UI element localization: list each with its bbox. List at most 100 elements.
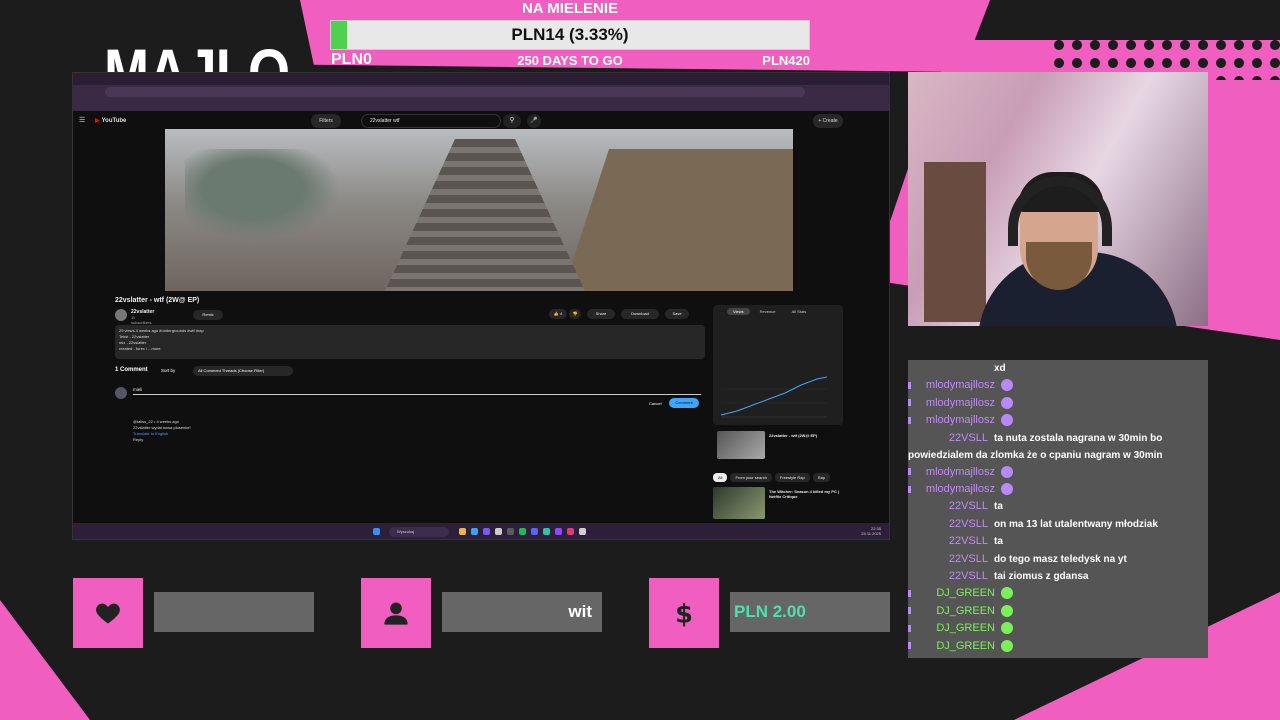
- filters-button[interactable]: Filters: [311, 114, 341, 128]
- video-frame-trees: [185, 149, 355, 249]
- recommended-video[interactable]: The Witcher: Season 4 killed my PC | Net…: [713, 487, 843, 519]
- chat-message-text: ta: [994, 501, 1003, 513]
- chat-message: 22VSLL ta nuta zostala nagrana w 30min bo…: [908, 430, 1204, 464]
- chip-rap[interactable]: Rap: [812, 473, 831, 482]
- chat-emote-icon: [1001, 587, 1013, 600]
- video-thumbnail[interactable]: [713, 487, 765, 519]
- browser-tab-strip[interactable]: [73, 73, 889, 85]
- chat-username[interactable]: mlodymajllosz: [915, 412, 995, 429]
- comment-input[interactable]: mieli: [133, 387, 701, 395]
- chat-username[interactable]: 22VSLL: [908, 498, 988, 515]
- chat-username[interactable]: mlodymajllosz: [915, 377, 995, 394]
- comment-submit-button[interactable]: Comment: [669, 398, 699, 408]
- save-button[interactable]: Save: [665, 309, 689, 319]
- chat-message-text: do tego masz teledysk na yt: [994, 553, 1127, 565]
- chat-username[interactable]: 22VSLL: [908, 533, 988, 550]
- spotify-icon[interactable]: [519, 528, 526, 535]
- cancel-button[interactable]: Cancel: [649, 401, 661, 406]
- app-icon[interactable]: [567, 528, 574, 535]
- chat-username[interactable]: DJ_GREEN: [915, 603, 995, 620]
- chat-username[interactable]: DJ_GREEN: [915, 585, 995, 602]
- tab-views[interactable]: Views: [727, 308, 750, 315]
- thumbs-down-icon: 👎: [572, 311, 578, 316]
- app-icon[interactable]: [579, 528, 586, 535]
- chip-from-search[interactable]: From your search: [730, 473, 772, 482]
- heart-icon: [96, 603, 120, 624]
- subscriber-count: 11 subscribers: [131, 315, 152, 325]
- search-icon[interactable]: ⚲: [503, 114, 521, 128]
- chat-username[interactable]: 22VSLL: [908, 568, 988, 585]
- download-button[interactable]: Download: [621, 309, 659, 319]
- search-input[interactable]: 22vslatter wtf: [361, 114, 501, 128]
- chat-username[interactable]: 22VSLL: [908, 430, 988, 447]
- chat-message-text: ta: [994, 536, 1003, 548]
- chat-username[interactable]: 22VSLL: [908, 516, 988, 533]
- taskbar-clock[interactable]: 22:35 25.11.2025: [861, 526, 881, 536]
- microphone-icon[interactable]: 🎤: [527, 114, 541, 128]
- chat-badge-bar: [908, 607, 911, 615]
- channel-avatar[interactable]: [115, 309, 127, 321]
- reply-button[interactable]: Reply: [133, 437, 191, 443]
- bookmarks-bar: [73, 99, 889, 111]
- side-video-card[interactable]: 22vslatter - wtf (2W@ EP): [717, 431, 843, 461]
- subscriber-tile: [361, 578, 431, 648]
- goal-current-value: PLN14 (3.33%): [511, 25, 629, 44]
- like-count: 4: [559, 311, 563, 316]
- goal-progress-bar: PLN14 (3.33%): [330, 20, 810, 50]
- chat-message: mlodymajllosz: [908, 464, 1204, 481]
- app-icon[interactable]: [483, 528, 490, 535]
- like-button[interactable]: 👍 4: [549, 309, 567, 319]
- thread-filter-select[interactable]: All Comment Threads (Choose Filter): [193, 366, 293, 376]
- windows-start-icon[interactable]: [373, 528, 380, 535]
- chat-badge-bar: [908, 589, 911, 597]
- taskbar-search[interactable]: Wyszukaj: [389, 527, 449, 537]
- chat-emote-icon: [1001, 639, 1013, 652]
- create-button[interactable]: + Create: [813, 114, 843, 128]
- chat-message: DJ_GREEN: [908, 638, 1204, 655]
- app-icon[interactable]: [495, 528, 502, 535]
- browser-icon[interactable]: [471, 528, 478, 535]
- video-player[interactable]: [165, 129, 793, 291]
- description-box[interactable]: 29 views 4 weeks ago #undergrounds #wtf …: [115, 325, 705, 359]
- chat-message: xd: [908, 360, 1204, 377]
- tab-revenue[interactable]: Revenue: [754, 308, 782, 315]
- chat-message: mlodymajllosz: [908, 412, 1204, 429]
- chat-username[interactable]: 22VSLL: [908, 551, 988, 568]
- video-thumbnail[interactable]: [717, 431, 765, 459]
- chat-username[interactable]: DJ_GREEN: [915, 638, 995, 655]
- chat-username[interactable]: mlodymajllosz: [915, 464, 995, 481]
- chat-message: mlodymajllosz: [908, 395, 1204, 412]
- file-explorer-icon[interactable]: [459, 528, 466, 535]
- svg-text:$: $: [675, 599, 693, 627]
- latest-donation: PLN 2.00: [730, 592, 890, 632]
- webcam-background-door: [924, 162, 986, 322]
- remix-button[interactable]: Remix: [193, 310, 223, 320]
- app-icon[interactable]: [543, 528, 550, 535]
- chat-message: 22VSLL ta: [908, 533, 1204, 550]
- app-icon[interactable]: [507, 528, 514, 535]
- video-title: 22vslatter - wtf (2W@ EP): [115, 297, 200, 304]
- recommended-video-title[interactable]: The Witcher: Season 4 killed my PC | Net…: [769, 489, 841, 499]
- twitch-icon[interactable]: [555, 528, 562, 535]
- dislike-button[interactable]: 👎: [569, 309, 581, 319]
- tab-all-stats[interactable]: All Stats: [786, 308, 813, 315]
- discord-icon[interactable]: [531, 528, 538, 535]
- goal-target-label: PLN420: [762, 53, 810, 68]
- follower-tile: [73, 578, 143, 648]
- chat-username[interactable]: mlodymajllosz: [915, 395, 995, 412]
- chat-username[interactable]: DJ_GREEN: [915, 620, 995, 637]
- taskbar: Wyszukaj 22:35 25.11.2025: [73, 523, 889, 539]
- comments-count: 1 Comment: [115, 367, 148, 373]
- analytics-tabs: Views Revenue All Stats: [727, 308, 812, 315]
- sort-by-button[interactable]: Sort by: [161, 368, 175, 373]
- chip-freestyle-rap[interactable]: Freestyle Rap: [774, 473, 810, 482]
- chat-badge-bar: [908, 381, 911, 389]
- url-bar[interactable]: [105, 87, 805, 97]
- chip-all[interactable]: All: [713, 473, 728, 482]
- menu-icon[interactable]: ☰: [79, 116, 85, 124]
- share-button[interactable]: Share: [587, 309, 615, 319]
- youtube-logo[interactable]: YouTube: [95, 117, 127, 124]
- chat-emote-icon: [1001, 604, 1013, 617]
- chat-username[interactable]: mlodymajllosz: [915, 481, 995, 498]
- description-line: created - forex / ...more: [119, 346, 161, 351]
